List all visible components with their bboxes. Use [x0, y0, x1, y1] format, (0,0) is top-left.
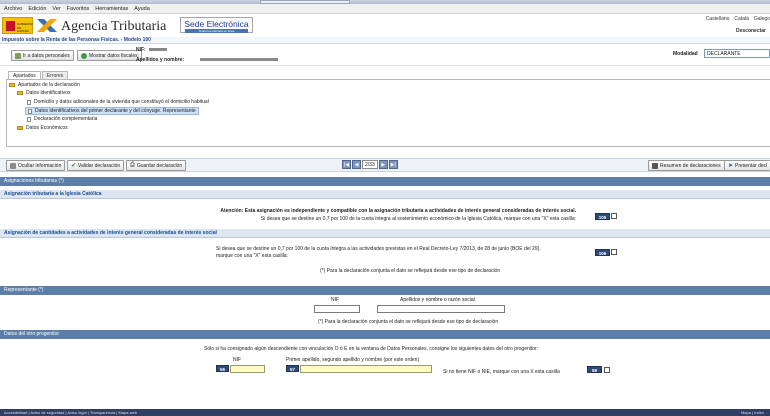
casilla-58-checkbox[interactable] — [604, 367, 610, 373]
folder-icon — [17, 91, 23, 95]
section-representante-title: Representante (*) — [0, 286, 770, 295]
modalidad-label: Modalidad — [673, 51, 698, 57]
progenitor-name-label: Primer apellido, segundo apellido y nomb… — [286, 357, 420, 363]
summary-button[interactable]: Resumen de declaraciones — [648, 160, 725, 171]
nif-label: NIF: — [136, 47, 146, 53]
casilla-106-checkbox[interactable] — [611, 249, 617, 255]
menu-herramientas[interactable]: Herramientas — [95, 6, 128, 12]
nif-redacted — [149, 48, 167, 51]
tree-item-apartados[interactable]: Apartados de la declaración — [9, 82, 80, 88]
tree-item-complementaria[interactable]: Declaración complementaria — [27, 116, 97, 122]
footer-right-links[interactable]: Mapa | Index — [741, 409, 764, 416]
site-footer[interactable]: Accesibilidad | Aviso de seguridad | Avi… — [0, 409, 770, 416]
save-button[interactable]: ⎙ Guardar declaración — [126, 160, 187, 171]
tree-item-datos-economicos[interactable]: Datos Económicos — [17, 125, 68, 131]
person-card-icon — [15, 52, 21, 59]
casilla-56-badge: 56 — [216, 365, 229, 372]
summary-icon — [652, 162, 658, 169]
menu-archivo[interactable]: Archivo — [4, 6, 22, 12]
representante-name-label: Apellidos y nombre o razón social — [400, 297, 475, 303]
document-icon — [28, 108, 32, 114]
casilla-105-checkbox[interactable] — [611, 213, 617, 219]
casilla-106-badge: 106 — [595, 249, 610, 256]
menu-bar: Archivo Edición Ver Favoritos Herramient… — [0, 4, 770, 14]
lang-castellano[interactable]: Castellano — [706, 16, 730, 22]
subsection-interes-social-title: Asignación de cantidades a actividades d… — [0, 229, 770, 238]
present-icon: ➤ — [728, 163, 734, 169]
asignaciones-note: (*) Para la declaración conjunta el dato… — [320, 268, 501, 274]
checkmark-icon: ✔ — [71, 163, 77, 169]
menu-favoritos[interactable]: Favoritos — [67, 6, 90, 12]
interes-social-instruction: Si desea que se destine un 0,7 por 100 d… — [216, 246, 541, 252]
menu-ayuda[interactable]: Ayuda — [134, 6, 150, 12]
casilla-57-badge: 57 — [286, 365, 299, 372]
section-asignaciones-title: Asignaciones tributarias (*) — [0, 177, 770, 186]
gobierno-espana-logo: GOBIERNO DE ESPAÑA — [2, 17, 33, 34]
fiscal-data-button[interactable]: Mostrar datos fiscales — [77, 50, 142, 61]
folder-icon — [9, 83, 15, 87]
iglesia-attention: Atención: Esta asignación es independien… — [220, 208, 576, 214]
first-page-button[interactable]: |◀ — [342, 160, 351, 169]
casilla-105-badge: 105 — [595, 213, 610, 220]
fiscal-data-icon — [81, 52, 87, 59]
section-progenitor-title: Datos del otro progenitor — [0, 330, 770, 339]
page-indicator: 2/33 — [362, 160, 378, 169]
model-title: Impuesto sobre la Renta de las Personas … — [0, 37, 770, 44]
tree-item-datos-identificativos[interactable]: Datos identificativos — [17, 90, 70, 96]
modalidad-select[interactable]: DECLARANTE — [704, 49, 770, 58]
menu-edicion[interactable]: Edición — [28, 6, 46, 12]
next-page-button[interactable]: ▶ — [378, 160, 388, 169]
logout-link[interactable]: Desconectar — [736, 28, 766, 34]
present-button[interactable]: ➤ Presentar decl — [724, 160, 770, 171]
tree-item-datos-declarante[interactable]: Datos identificativos del primer declara… — [25, 107, 199, 115]
sections-tree: Apartados de la declaración Datos identi… — [6, 79, 770, 147]
iglesia-instruction: Si desea que se destine un 0,7 por 100 d… — [260, 216, 576, 222]
progenitor-no-nif-label: Si no tiene NIF o NIE, marque con una X … — [443, 369, 560, 375]
menu-ver[interactable]: Ver — [52, 6, 60, 12]
document-icon — [27, 116, 31, 122]
pager: |◀ ◀ 2/33 ▶ ▶| — [342, 160, 398, 169]
lang-catala[interactable]: Català — [734, 16, 748, 22]
folder-icon — [17, 126, 23, 130]
hide-info-button[interactable]: Ocultar información — [6, 160, 66, 171]
casilla-58-badge: 58 — [587, 366, 602, 373]
save-icon: ⎙ — [130, 162, 135, 168]
personal-data-button[interactable]: Ir a datos personales — [11, 50, 74, 61]
hide-icon — [10, 162, 16, 169]
document-icon — [27, 99, 31, 105]
tree-item-domicilio[interactable]: Domicilio y datos adicionales de la vivi… — [27, 99, 209, 105]
subsection-iglesia-title: Asignación tributaria a la Iglesia Catól… — [0, 190, 770, 199]
progenitor-nif-label: NIF — [233, 357, 242, 363]
progenitor-nif-input[interactable] — [230, 365, 265, 373]
brand-title: Agencia Tributaria — [61, 19, 167, 34]
representante-nif-label: NIF — [331, 297, 340, 303]
prev-page-button[interactable]: ◀ — [352, 160, 361, 169]
last-page-button[interactable]: ▶| — [388, 160, 398, 169]
validate-button[interactable]: ✔ Validar declaración — [67, 160, 125, 171]
progenitor-name-input[interactable] — [300, 365, 432, 373]
progenitor-instruction: Sólo si ha consignado algún descendiente… — [204, 346, 539, 352]
name-label: Apellidos y nombre: — [136, 57, 185, 63]
sede-electronica-link[interactable]: Sede Electrónica Todos los trámites en l… — [180, 17, 253, 33]
lang-galego[interactable]: Galego — [754, 16, 770, 22]
name-redacted — [200, 58, 278, 61]
representante-nif-input[interactable] — [314, 305, 360, 313]
interes-social-instruction-cont: marque con una "X" esta casilla: — [216, 253, 288, 259]
representante-name-input[interactable] — [377, 305, 505, 313]
agencia-tributaria-logo-icon — [37, 19, 57, 32]
representante-note: (*) Para la declaración conjunta el dato… — [318, 319, 499, 325]
language-selector: Castellano Català Galego — [706, 16, 770, 22]
